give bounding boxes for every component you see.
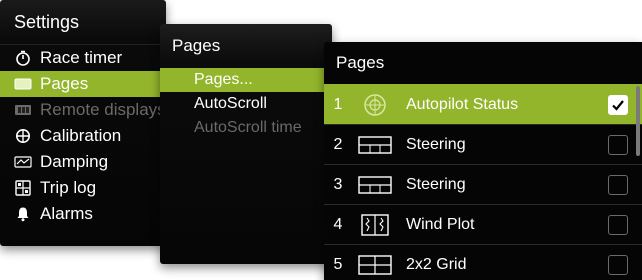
pages-list-dialog: Pages 1 Autopilot Status 2 Steering 3 St… (324, 42, 642, 280)
page-name: Steering (406, 135, 466, 153)
page-number: 5 (333, 255, 343, 273)
page-name: Autopilot Status (406, 95, 519, 113)
menu-item-calibration[interactable]: Calibration (0, 123, 166, 149)
settings-menu: Settings Race timer Pages Remote display… (0, 0, 166, 246)
submenu-item-pages[interactable]: Pages... (160, 68, 332, 92)
page-enabled-checkbox[interactable] (608, 174, 628, 195)
menu-item-label: Race timer (40, 48, 123, 67)
page-name: 2x2 Grid (406, 255, 467, 273)
pages-submenu: Pages Pages... AutoScroll AutoScroll tim… (160, 24, 332, 264)
submenu-item-autoscroll-time[interactable]: AutoScroll time (160, 116, 332, 140)
page-row[interactable]: 4 Wind Plot (324, 204, 642, 244)
page-row[interactable]: 1 Autopilot Status (324, 84, 642, 124)
menu-item-label: Damping (40, 152, 109, 171)
menu-item-label: Trip log (40, 178, 97, 197)
page-name: Wind Plot (406, 215, 475, 233)
page-row[interactable]: 2 Steering (324, 124, 642, 164)
bell-icon (14, 205, 32, 223)
page-name: Steering (406, 175, 466, 193)
page-number: 2 (333, 135, 343, 153)
menu-item-label: Alarms (40, 204, 93, 223)
menu-item-damping[interactable]: Damping (0, 149, 166, 175)
menu-item-label: Remote displays (40, 100, 166, 119)
stopwatch-icon (14, 49, 32, 67)
menu-item-remote-displays[interactable]: Remote displays (0, 97, 166, 123)
steering-icon (358, 173, 392, 197)
menu-item-trip-log[interactable]: Trip log (0, 175, 166, 201)
page-number: 4 (333, 215, 343, 233)
pages-icon (14, 75, 32, 93)
checkmark-icon (612, 99, 624, 111)
page-number: 3 (333, 175, 343, 193)
pages-list-title: Pages (336, 53, 385, 72)
submenu-item-autoscroll[interactable]: AutoScroll (160, 92, 332, 116)
page-number: 1 (333, 95, 343, 113)
page-enabled-checkbox[interactable] (608, 134, 628, 155)
menu-item-alarms[interactable]: Alarms (0, 201, 166, 227)
page-enabled-checkbox[interactable] (608, 254, 628, 275)
calibration-icon (14, 127, 32, 145)
damping-icon (14, 153, 32, 171)
menu-item-pages[interactable]: Pages (0, 71, 166, 97)
page-row[interactable]: 3 Steering (324, 164, 642, 204)
menu-item-label: Calibration (40, 126, 122, 145)
pages-submenu-title: Pages (172, 36, 221, 55)
autopilot-status-icon (358, 93, 392, 117)
menu-item-label: Pages (40, 74, 89, 93)
page-enabled-checkbox[interactable] (608, 94, 628, 115)
page-row[interactable]: 5 2x2 Grid (324, 244, 642, 280)
trip-log-icon (14, 179, 32, 197)
grid-2x2-icon (358, 253, 392, 277)
wind-plot-icon (358, 213, 392, 237)
settings-title: Settings (0, 0, 166, 45)
steering-icon (358, 133, 392, 157)
menu-item-race-timer[interactable]: Race timer (0, 45, 166, 71)
remote-display-icon (14, 101, 32, 119)
page-enabled-checkbox[interactable] (608, 214, 628, 235)
scrollbar[interactable] (636, 86, 640, 156)
